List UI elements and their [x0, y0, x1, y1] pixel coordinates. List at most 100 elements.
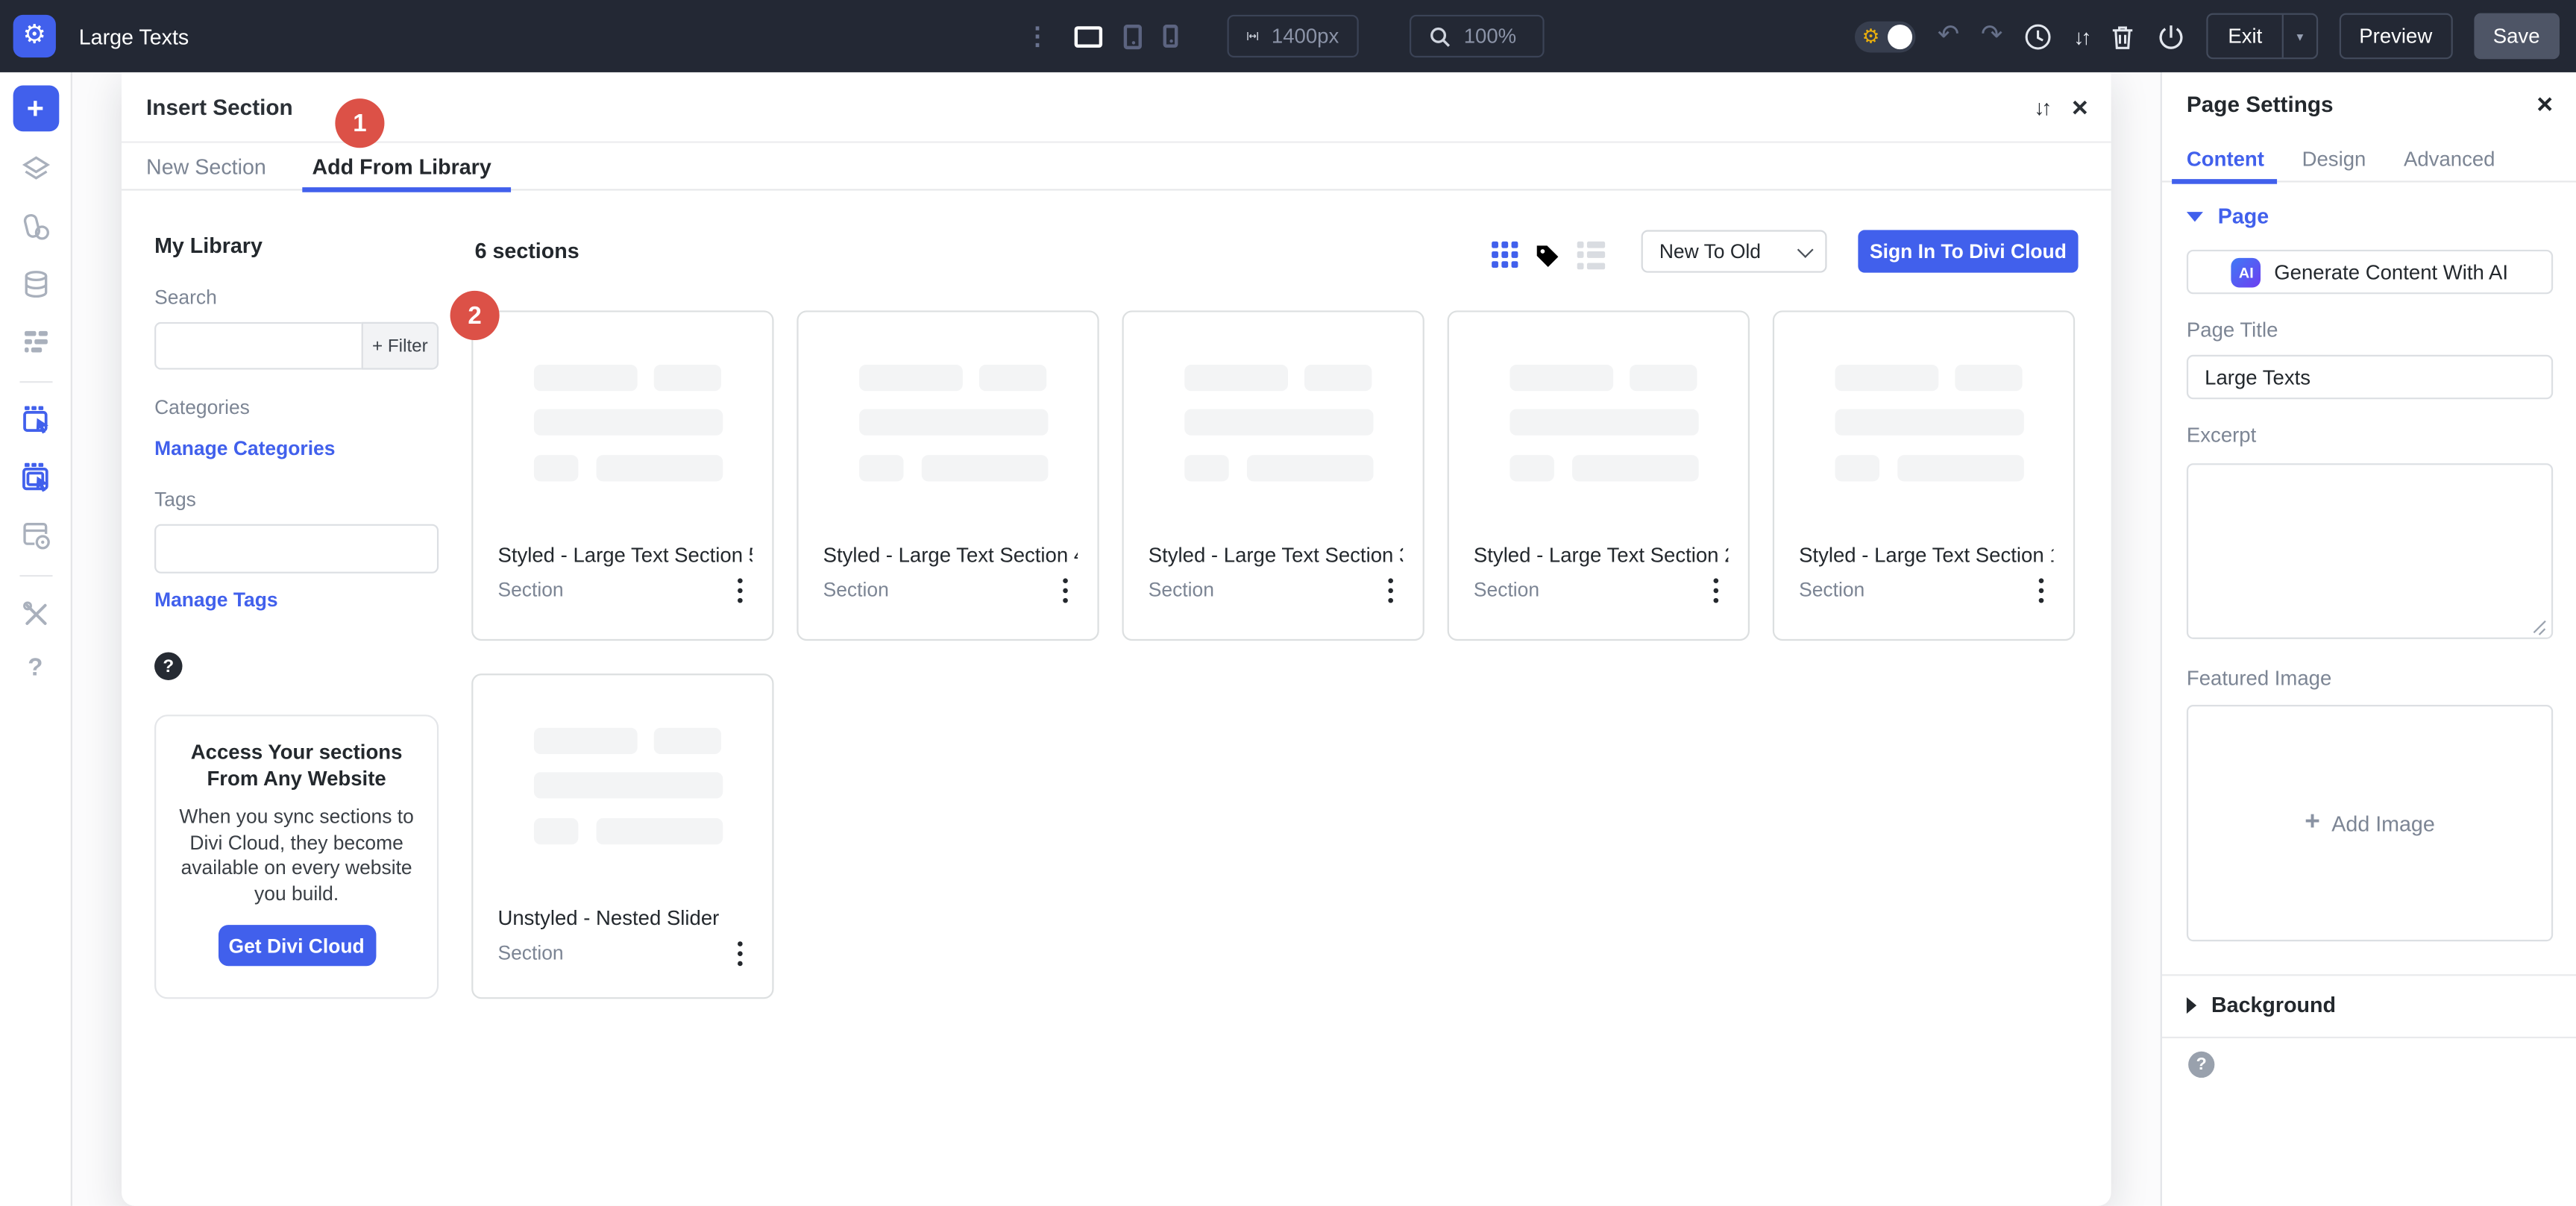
manage-tags-link[interactable]: Manage Tags	[154, 588, 278, 612]
card-type: Section	[823, 578, 889, 601]
tools-icon	[19, 598, 51, 631]
preview-mode-button[interactable]	[16, 516, 55, 556]
page-title-label: Page Title	[2187, 318, 2278, 342]
background-group-label: Background	[2211, 992, 2336, 1017]
manage-categories-link[interactable]: Manage Categories	[154, 437, 335, 460]
panel-tabs: Content Design Advanced	[2162, 138, 2576, 182]
sort-arrows-icon[interactable]: ↓↑	[2073, 24, 2088, 48]
library-card[interactable]: Styled - Large Text Section 1 Section	[1773, 310, 2075, 641]
tablet-view-button[interactable]	[1124, 24, 1142, 48]
divi-builder-app: ⚙ Large Texts ⋮ 1400px 100% ⚙	[0, 0, 2576, 1206]
toggle-knob	[1888, 24, 1913, 48]
panel-title: Page Settings	[2187, 92, 2334, 116]
triangle-down-icon	[2187, 211, 2203, 221]
get-divi-cloud-button[interactable]: Get Divi Cloud	[218, 925, 375, 966]
canvas-width-field[interactable]: 1400px	[1227, 15, 1358, 57]
background-group-toggle[interactable]: Background	[2187, 992, 2336, 1017]
add-image-label: Add Image	[2331, 811, 2435, 835]
design-presets-button[interactable]	[16, 207, 55, 247]
portability-icon[interactable]	[2158, 22, 2185, 50]
tab-advanced[interactable]: Advanced	[2404, 137, 2495, 181]
preview-button[interactable]: Preview	[2340, 13, 2452, 60]
save-label: Save	[2493, 25, 2540, 48]
panel-divider	[2162, 974, 2576, 976]
card-title: Styled - Large Text Section 1	[1799, 544, 2053, 567]
signin-divi-cloud-button[interactable]: Sign In To Divi Cloud	[1858, 230, 2078, 272]
add-image-dropzone[interactable]: + Add Image	[2187, 705, 2553, 941]
generate-ai-button[interactable]: AI Generate Content With AI	[2187, 250, 2553, 294]
library-help-icon[interactable]: ?	[154, 653, 182, 680]
chevron-down-icon	[1797, 241, 1814, 257]
exit-button[interactable]: Exit ▾	[2207, 13, 2318, 60]
database-button[interactable]	[16, 265, 55, 304]
redo-icon[interactable]: ↷	[1981, 23, 2003, 49]
builder-logo-button[interactable]: ⚙	[13, 15, 56, 57]
card-type: Section	[1474, 578, 1539, 601]
list-view-button[interactable]	[1577, 241, 1605, 268]
card-menu-icon[interactable]	[1706, 572, 1725, 610]
history-icon[interactable]	[2024, 22, 2052, 50]
panel-help-icon[interactable]: ?	[2188, 1052, 2214, 1078]
divi-ai-toggle[interactable]: ⚙	[1856, 21, 1917, 52]
add-element-button[interactable]: +	[13, 86, 59, 132]
exit-label: Exit	[2208, 25, 2282, 48]
help-button[interactable]: ?	[28, 654, 43, 682]
tab-content[interactable]: Content	[2187, 137, 2264, 181]
page-settings-panel: Page Settings × Content Design Advanced …	[2161, 72, 2576, 1206]
library-card[interactable]: Styled - Large Text Section 2 Section	[1448, 310, 1750, 641]
page-group-label: Page	[2218, 204, 2269, 228]
builder-settings-button[interactable]	[16, 594, 55, 634]
hover-mode-button[interactable]	[16, 459, 55, 498]
zoom-magnifier-icon	[1429, 25, 1451, 47]
sort-value: New To Old	[1659, 240, 1761, 263]
zoom-field[interactable]: 100%	[1410, 15, 1545, 57]
desktop-view-button[interactable]	[1075, 25, 1102, 47]
tag-icon	[1533, 240, 1562, 270]
card-type: Section	[497, 941, 563, 964]
modal-expand-icon[interactable]: ↓↑	[2034, 95, 2049, 119]
filter-button[interactable]: + Filter	[362, 322, 439, 370]
page-group-toggle[interactable]: Page	[2187, 204, 2269, 228]
panel-close-icon[interactable]: ×	[2536, 89, 2553, 122]
rail-divider	[19, 381, 51, 383]
browser-preview-icon	[19, 519, 51, 552]
phone-view-button[interactable]	[1163, 25, 1178, 48]
excerpt-textarea[interactable]	[2187, 463, 2553, 639]
card-type: Section	[497, 578, 563, 601]
cloud-card-body: When you sync sections to Divi Cloud, th…	[176, 805, 418, 907]
click-mode-button[interactable]	[16, 401, 55, 440]
card-menu-icon[interactable]	[730, 935, 749, 973]
excerpt-label: Excerpt	[2187, 424, 2256, 447]
tab-design[interactable]: Design	[2302, 137, 2366, 181]
exit-caret-icon[interactable]: ▾	[2284, 29, 2316, 44]
tags-label: Tags	[154, 488, 196, 511]
wireframe-button[interactable]	[16, 322, 55, 362]
insert-section-modal: Insert Section ↓↑ × New Section Add From…	[122, 72, 2111, 1206]
rail-divider	[19, 575, 51, 577]
card-menu-icon[interactable]	[2032, 572, 2050, 610]
tablet-icon	[1124, 24, 1142, 48]
library-card[interactable]: Unstyled - Nested Slider Section	[471, 673, 773, 999]
card-menu-icon[interactable]	[730, 572, 749, 610]
modal-close-icon[interactable]: ×	[2072, 92, 2088, 120]
more-options-icon[interactable]: ⋮	[1022, 22, 1053, 51]
click-mode-icon	[19, 404, 51, 437]
undo-icon[interactable]: ↶	[1938, 23, 1960, 49]
trash-icon[interactable]	[2110, 22, 2136, 50]
library-card[interactable]: Styled - Large Text Section 4 Section	[797, 310, 1099, 641]
card-menu-icon[interactable]	[1056, 572, 1075, 610]
search-input[interactable]	[154, 322, 362, 370]
grid-view-button[interactable]	[1492, 242, 1518, 268]
library-card[interactable]: Styled - Large Text Section 5 Section	[471, 310, 773, 641]
library-card[interactable]: Styled - Large Text Section 3 Section	[1122, 310, 1424, 641]
tab-new-section[interactable]: New Section	[146, 142, 266, 190]
zoom-value: 100%	[1464, 25, 1516, 48]
layers-button[interactable]	[16, 149, 55, 189]
tags-input[interactable]	[154, 524, 439, 574]
tab-add-from-library[interactable]: Add From Library	[312, 142, 491, 190]
save-button[interactable]: Save	[2473, 13, 2560, 60]
sort-dropdown[interactable]: New To Old	[1642, 230, 1827, 272]
card-menu-icon[interactable]	[1381, 572, 1400, 610]
page-title-input[interactable]	[2187, 355, 2553, 399]
tag-view-button[interactable]	[1533, 240, 1562, 270]
